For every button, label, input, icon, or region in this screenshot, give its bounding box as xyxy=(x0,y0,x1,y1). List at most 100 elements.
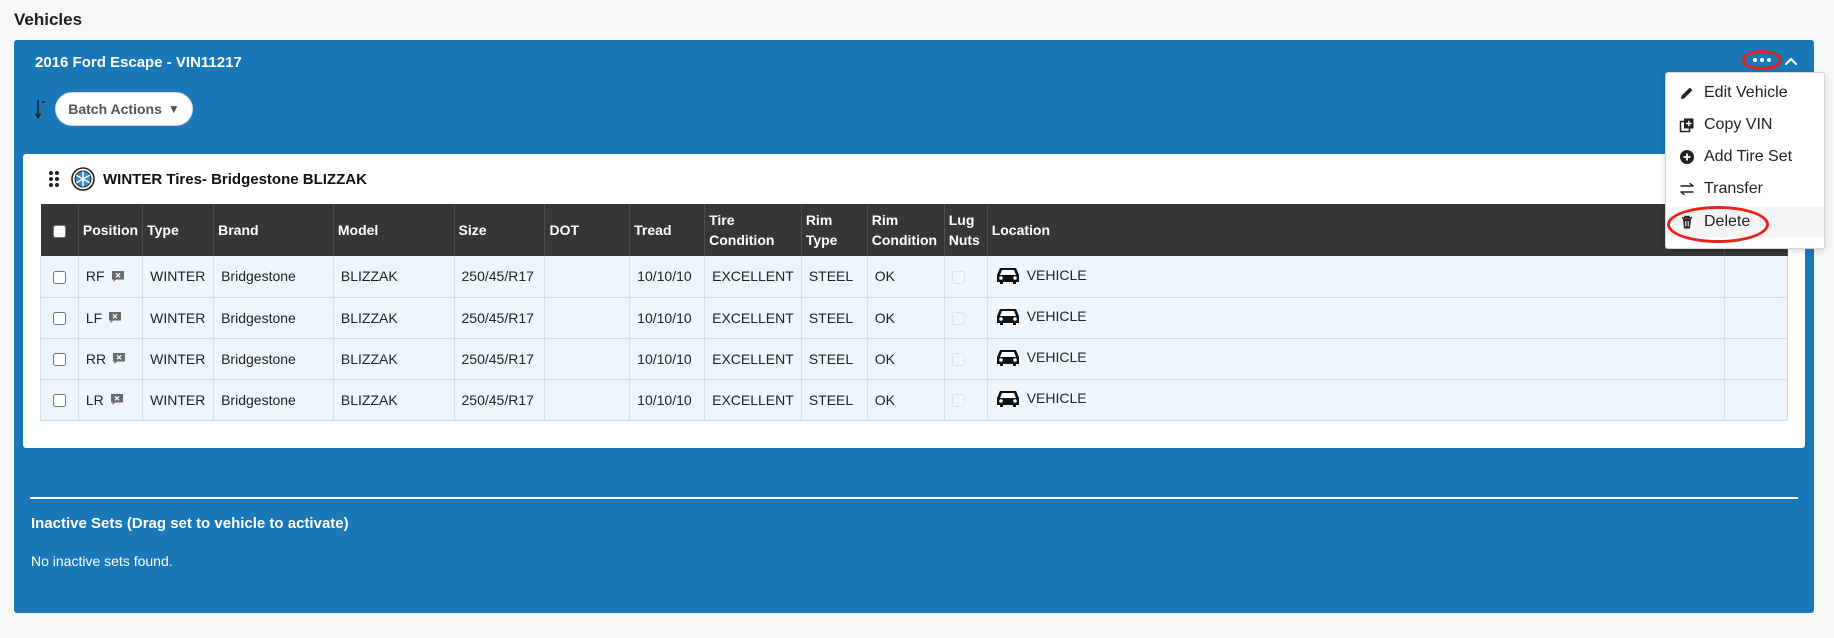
tire-table: Position Type Brand Model Size DOT Tread… xyxy=(40,204,1788,421)
row-select-cell xyxy=(40,338,79,380)
row-actions-cell xyxy=(1724,338,1788,380)
page-title: Vehicles xyxy=(14,10,83,29)
menu-item-edit-vehicle[interactable]: Edit Vehicle xyxy=(1666,78,1824,108)
copy-icon xyxy=(1679,118,1694,133)
position-value: RR xyxy=(85,350,107,367)
model-cell: BLIZZAK xyxy=(333,379,455,421)
tire-condition-cell: EXCELLENT xyxy=(704,379,802,421)
chevron-up-icon[interactable] xyxy=(1781,51,1801,71)
batch-actions-button[interactable]: Batch Actions ▼ xyxy=(55,92,193,126)
brand-cell: Bridgestone xyxy=(213,256,334,298)
more-options-button[interactable] xyxy=(1742,50,1782,70)
tread-cell: 10/10/10 xyxy=(629,379,706,421)
brand-cell: Bridgestone xyxy=(213,297,334,339)
caret-down-icon: ▼ xyxy=(167,102,180,116)
brand-cell: Bridgestone xyxy=(213,379,334,421)
transfer-icon xyxy=(1680,182,1694,196)
location-cell: VEHICLE xyxy=(987,297,1726,339)
vehicle-title: 2016 Ford Escape - VIN11217 xyxy=(35,54,242,71)
select-all-cell xyxy=(40,204,79,256)
menu-item-transfer[interactable]: Transfer xyxy=(1666,174,1824,204)
row-checkbox[interactable] xyxy=(52,353,66,367)
position-cell: LF xyxy=(78,297,144,339)
tire-condition-cell: EXCELLENT xyxy=(704,338,802,380)
tread-cell: 10/10/10 xyxy=(629,338,706,380)
lug-nuts-checkbox xyxy=(951,394,965,408)
column-header: Position xyxy=(78,204,144,256)
trash-icon xyxy=(1682,215,1692,229)
column-header: Tread xyxy=(629,204,706,256)
menu-item-label: Edit Vehicle xyxy=(1704,84,1788,101)
menu-item-add-tire-set[interactable]: Add Tire Set xyxy=(1666,142,1824,172)
table-row[interactable]: RR WINTER Bridgestone BLIZZAK 250/45/R17 10/1… xyxy=(40,338,1788,380)
position-cell: RR xyxy=(78,338,144,380)
location-value: VEHICLE xyxy=(1026,308,1087,324)
column-header: Lug Nuts xyxy=(944,204,988,256)
lug-nuts-checkbox xyxy=(951,271,965,285)
position-value: LF xyxy=(85,309,103,326)
type-cell: WINTER xyxy=(142,297,215,339)
size-cell: 250/45/R17 xyxy=(454,379,546,421)
note-icon[interactable] xyxy=(108,311,122,324)
vehicle-panel: 2016 Ford Escape - VIN11217 Batch Action… xyxy=(14,40,1814,613)
row-actions-cell xyxy=(1724,379,1788,421)
vehicle-options-menu: Edit Vehicle Copy VIN Add Tire Set Trans… xyxy=(1665,72,1825,249)
type-cell: WINTER xyxy=(142,256,215,298)
model-cell: BLIZZAK xyxy=(333,256,455,298)
dot-cell xyxy=(544,256,631,298)
rim-condition-cell: OK xyxy=(867,297,945,339)
lug-nuts-cell xyxy=(944,379,988,421)
column-header: Type xyxy=(142,204,215,256)
lug-nuts-cell xyxy=(944,338,988,380)
sort-arrow-icon[interactable] xyxy=(34,98,48,120)
table-row[interactable]: LR WINTER Bridgestone BLIZZAK 250/45/R17 10/1… xyxy=(40,379,1788,421)
lug-nuts-checkbox xyxy=(951,353,965,367)
table-row[interactable]: RF WINTER Bridgestone BLIZZAK 250/45/R17 10/1… xyxy=(40,256,1788,298)
rim-type-cell: STEEL xyxy=(801,379,868,421)
tire-condition-cell: EXCELLENT xyxy=(704,297,802,339)
location-cell: VEHICLE xyxy=(987,379,1726,421)
model-cell: BLIZZAK xyxy=(333,297,455,339)
batch-actions-label: Batch Actions xyxy=(68,101,162,117)
dot xyxy=(1767,58,1771,62)
menu-item-label: Copy VIN xyxy=(1704,116,1773,133)
rim-type-cell: STEEL xyxy=(801,297,868,339)
menu-item-delete[interactable]: Delete xyxy=(1666,207,1824,237)
menu-item-copy-vin[interactable]: Copy VIN xyxy=(1666,110,1824,140)
row-checkbox[interactable] xyxy=(52,394,66,408)
position-cell: LR xyxy=(78,379,144,421)
location-value: VEHICLE xyxy=(1026,266,1087,283)
table-row[interactable]: LF WINTER Bridgestone BLIZZAK 250/45/R17 10/1… xyxy=(40,297,1788,339)
menu-item-label: Add Tire Set xyxy=(1704,148,1793,165)
position-cell: RF xyxy=(78,256,144,298)
drag-handle-icon[interactable] xyxy=(48,170,60,188)
location-cell: VEHICLE xyxy=(987,338,1726,380)
location-value: VEHICLE xyxy=(1026,349,1087,365)
lug-nuts-checkbox xyxy=(951,312,965,326)
row-checkbox[interactable] xyxy=(52,271,66,285)
position-value: LR xyxy=(85,391,104,408)
winter-tire-icon xyxy=(71,167,95,191)
column-header: Brand xyxy=(213,204,334,256)
dot-cell xyxy=(544,297,631,339)
row-actions-cell xyxy=(1724,256,1788,298)
size-cell: 250/45/R17 xyxy=(454,338,546,380)
type-cell: WINTER xyxy=(142,338,215,380)
column-header: Size xyxy=(454,204,546,256)
brand-cell: Bridgestone xyxy=(213,338,334,380)
type-cell: WINTER xyxy=(142,379,215,421)
note-icon[interactable] xyxy=(112,352,126,365)
rim-type-cell: STEEL xyxy=(801,338,868,380)
note-icon[interactable] xyxy=(110,393,124,406)
row-checkbox[interactable] xyxy=(52,312,66,326)
pencil-icon xyxy=(1681,87,1693,99)
rim-condition-cell: OK xyxy=(867,338,945,380)
tire-set-title: WINTER Tires- Bridgestone BLIZZAK xyxy=(103,171,367,188)
row-actions-cell xyxy=(1724,297,1788,339)
note-icon[interactable] xyxy=(111,270,125,283)
location-value: VEHICLE xyxy=(1026,390,1087,406)
select-all-checkbox[interactable] xyxy=(52,224,66,238)
location-cell: VEHICLE xyxy=(987,256,1726,298)
dot-cell xyxy=(544,338,631,380)
column-header: Model xyxy=(333,204,455,256)
